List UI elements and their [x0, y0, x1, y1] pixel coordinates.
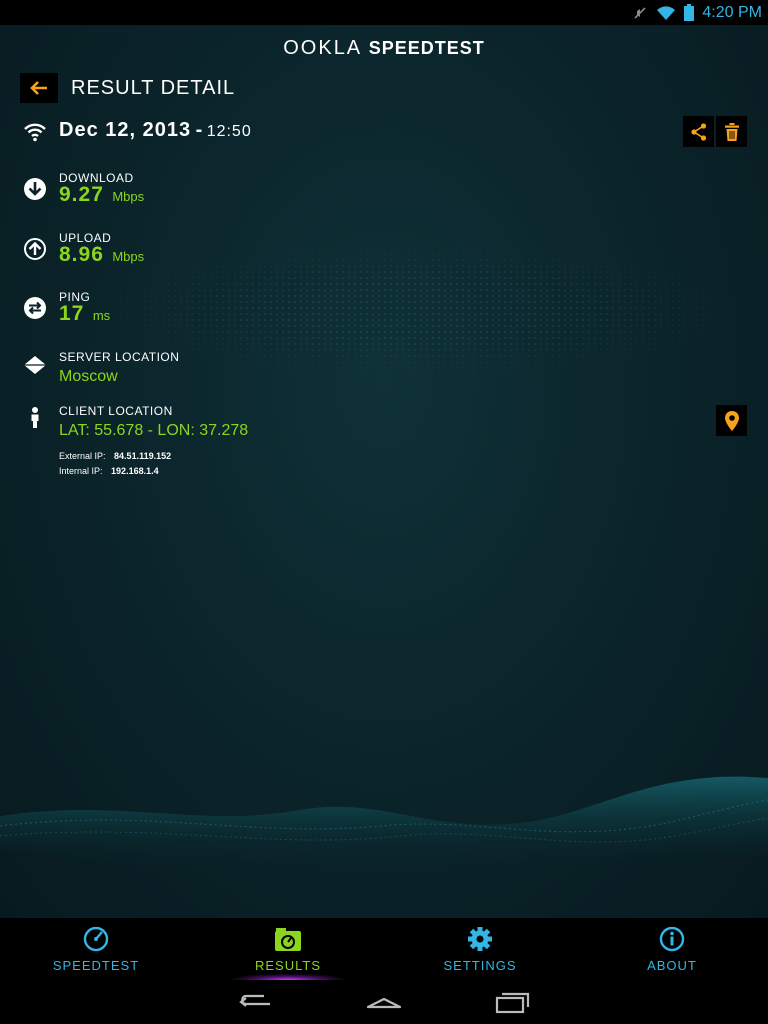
trash-icon — [724, 122, 739, 141]
wifi-icon — [24, 123, 46, 142]
result-date: Dec 12, 2013 — [59, 119, 192, 141]
page-title: RESULT DETAIL — [71, 77, 236, 99]
internal-ip: Internal IP: 192.168.1.4 — [59, 466, 159, 476]
download-speed: 9.27 — [59, 183, 104, 206]
world-map-background — [100, 245, 740, 375]
back-icon[interactable] — [236, 986, 276, 1016]
wave-decoration — [0, 776, 768, 870]
internal-ip-label: Internal IP: — [59, 466, 103, 476]
tab-results[interactable]: RESULTS — [192, 918, 384, 980]
battery-icon — [684, 4, 695, 21]
gear-icon — [468, 927, 492, 951]
product-name: SPEEDTEST — [368, 38, 485, 58]
ping-ms: 17 — [59, 302, 85, 325]
upload-value: 8.96 Mbps — [59, 243, 144, 267]
map-pin-icon — [724, 410, 739, 431]
date-separator: - — [195, 119, 203, 141]
ping-icon — [24, 297, 46, 319]
home-icon[interactable] — [364, 986, 404, 1016]
clock: 4:20 PM — [702, 3, 762, 21]
result-time: 12:50 — [206, 123, 252, 140]
brand-name: OOKLA — [283, 37, 363, 59]
ping-unit: ms — [92, 308, 111, 323]
external-ip-label: External IP: — [59, 451, 106, 461]
server-location-label: SERVER LOCATION — [59, 350, 180, 364]
results-icon — [275, 928, 301, 951]
app-logo: OOKLA SPEEDTEST — [0, 37, 768, 60]
upload-speed: 8.96 — [59, 243, 104, 266]
server-location-value: Moscow — [59, 368, 118, 385]
tab-speedtest[interactable]: SPEEDTEST — [0, 918, 192, 978]
tab-speedtest-label: SPEEDTEST — [52, 958, 140, 973]
info-icon — [659, 926, 685, 952]
client-location-label: CLIENT LOCATION — [59, 404, 173, 418]
bottom-navigation: SPEEDTEST RESULTS SETTINGS ABOUT — [0, 918, 768, 1024]
delete-button[interactable] — [716, 116, 747, 147]
result-detail-screen: OOKLA SPEEDTEST RESULT DETAIL Dec 12, 20… — [0, 25, 768, 918]
status-bar: 4:20 PM — [0, 0, 768, 25]
server-icon — [24, 356, 46, 374]
tab-settings[interactable]: SETTINGS — [384, 918, 576, 978]
person-icon — [31, 407, 39, 428]
client-location-value: LAT: 55.678 - LON: 37.278 — [59, 422, 249, 439]
wifi-icon — [657, 5, 676, 20]
download-arrow-icon — [24, 178, 46, 200]
mute-icon — [634, 6, 646, 19]
test-date: Dec 12, 2013 - 12:50 — [59, 119, 252, 142]
show-on-map-button[interactable] — [716, 405, 747, 436]
external-ip-value: 84.51.119.152 — [114, 451, 172, 461]
share-button[interactable] — [683, 116, 714, 147]
speedometer-icon — [83, 926, 109, 952]
tab-about[interactable]: ABOUT — [576, 918, 768, 978]
upload-arrow-icon — [24, 238, 46, 260]
status-icons: 4:20 PM — [632, 0, 762, 25]
tab-settings-label: SETTINGS — [443, 958, 517, 973]
download-value: 9.27 Mbps — [59, 183, 144, 207]
back-button[interactable] — [20, 73, 58, 103]
share-icon — [690, 122, 706, 141]
recent-apps-icon[interactable] — [493, 986, 533, 1016]
system-navigation-bar — [0, 978, 768, 1024]
external-ip: External IP: 84.51.119.152 — [59, 451, 171, 461]
arrow-left-icon — [30, 81, 47, 95]
tab-about-label: ABOUT — [647, 958, 697, 973]
internal-ip-value: 192.168.1.4 — [111, 466, 159, 476]
upload-unit: Mbps — [112, 249, 145, 264]
ping-value: 17 ms — [59, 302, 110, 326]
download-unit: Mbps — [112, 189, 145, 204]
tab-results-label: RESULTS — [255, 958, 321, 973]
